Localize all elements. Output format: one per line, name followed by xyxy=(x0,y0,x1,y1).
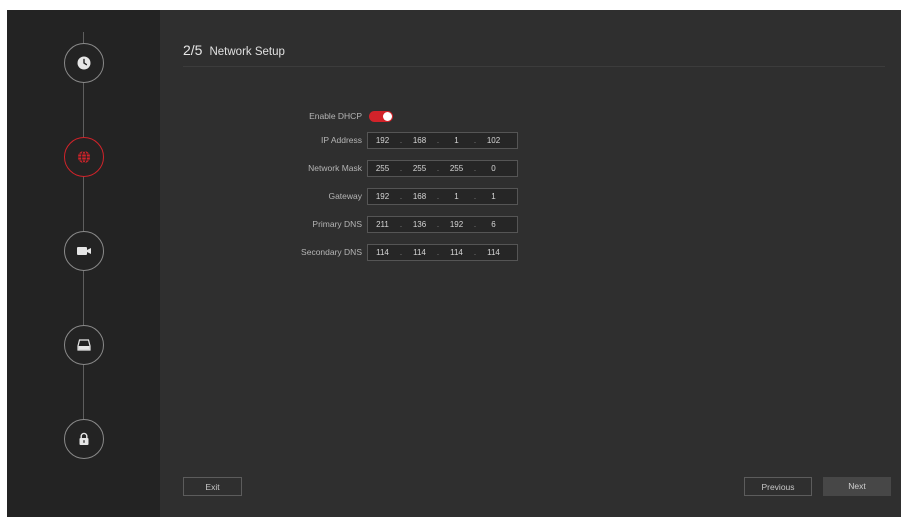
octet-separator: . xyxy=(436,136,440,145)
gateway-label: Gateway xyxy=(328,191,362,201)
octet[interactable]: 211 xyxy=(368,220,397,229)
dhcp-label: Enable DHCP xyxy=(309,111,362,121)
octet[interactable]: 1 xyxy=(479,192,508,201)
page-header: 2/5 Network Setup xyxy=(183,42,885,67)
ip-address-label: IP Address xyxy=(321,135,362,145)
octet[interactable]: 192 xyxy=(368,192,397,201)
octet[interactable]: 114 xyxy=(479,248,508,257)
octet[interactable]: 255 xyxy=(368,164,397,173)
octet-separator: . xyxy=(473,192,477,201)
step-password[interactable] xyxy=(64,419,104,459)
octet-separator: . xyxy=(399,192,403,201)
gateway-input[interactable]: 192 . 168 . 1 . 1 xyxy=(367,188,518,205)
octet[interactable]: 1 xyxy=(442,192,471,201)
step-camera[interactable] xyxy=(64,231,104,271)
secondary-dns-label: Secondary DNS xyxy=(301,247,362,257)
clock-icon xyxy=(77,56,91,70)
step-disk[interactable] xyxy=(64,325,104,365)
primary-dns-row: Primary DNS 211 . 136 . 192 . 6 xyxy=(160,216,560,233)
globe-icon xyxy=(77,150,91,164)
step-time[interactable] xyxy=(64,43,104,83)
octet-separator: . xyxy=(399,164,403,173)
gateway-row: Gateway 192 . 168 . 1 . 1 xyxy=(160,188,560,205)
octet[interactable]: 114 xyxy=(442,248,471,257)
octet[interactable]: 0 xyxy=(479,164,508,173)
step-counter: 2/5 xyxy=(183,42,203,58)
octet[interactable]: 192 xyxy=(442,220,471,229)
dhcp-row: Enable DHCP xyxy=(160,108,560,125)
octet[interactable]: 255 xyxy=(405,164,434,173)
octet-separator: . xyxy=(436,220,440,229)
wizard-step-sidebar xyxy=(7,10,160,517)
dhcp-toggle[interactable] xyxy=(369,111,393,122)
step-network[interactable] xyxy=(64,137,104,177)
next-button[interactable]: Next xyxy=(823,477,891,496)
exit-button[interactable]: Exit xyxy=(183,477,242,496)
octet[interactable]: 168 xyxy=(405,192,434,201)
hard-disk-icon xyxy=(77,339,91,351)
primary-dns-label: Primary DNS xyxy=(312,219,362,229)
lock-icon xyxy=(78,432,90,446)
octet-separator: . xyxy=(436,192,440,201)
octet[interactable]: 255 xyxy=(442,164,471,173)
primary-dns-input[interactable]: 211 . 136 . 192 . 6 xyxy=(367,216,518,233)
octet[interactable]: 168 xyxy=(405,136,434,145)
octet-separator: . xyxy=(399,220,403,229)
octet[interactable]: 102 xyxy=(479,136,508,145)
octet[interactable]: 136 xyxy=(405,220,434,229)
secondary-dns-row: Secondary DNS 114 . 114 . 114 . 114 xyxy=(160,244,560,261)
octet[interactable]: 114 xyxy=(405,248,434,257)
setup-wizard-window: 2/5 Network Setup Enable DHCP IP Address… xyxy=(7,10,901,517)
octet-separator: . xyxy=(473,220,477,229)
octet[interactable]: 1 xyxy=(442,136,471,145)
page-title: Network Setup xyxy=(209,46,285,58)
octet-separator: . xyxy=(473,164,477,173)
octet-separator: . xyxy=(436,248,440,257)
network-mask-input[interactable]: 255 . 255 . 255 . 0 xyxy=(367,160,518,177)
main-panel: 2/5 Network Setup Enable DHCP IP Address… xyxy=(160,10,901,517)
octet-separator: . xyxy=(436,164,440,173)
octet-separator: . xyxy=(399,136,403,145)
octet[interactable]: 192 xyxy=(368,136,397,145)
network-mask-label: Network Mask xyxy=(308,163,362,173)
octet-separator: . xyxy=(473,248,477,257)
secondary-dns-input[interactable]: 114 . 114 . 114 . 114 xyxy=(367,244,518,261)
ip-address-row: IP Address 192 . 168 . 1 . 102 xyxy=(160,132,560,149)
octet[interactable]: 6 xyxy=(479,220,508,229)
camera-icon xyxy=(76,245,92,257)
octet-separator: . xyxy=(473,136,477,145)
previous-button[interactable]: Previous xyxy=(744,477,812,496)
network-mask-row: Network Mask 255 . 255 . 255 . 0 xyxy=(160,160,560,177)
octet[interactable]: 114 xyxy=(368,248,397,257)
ip-address-input[interactable]: 192 . 168 . 1 . 102 xyxy=(367,132,518,149)
octet-separator: . xyxy=(399,248,403,257)
toggle-knob xyxy=(383,112,392,121)
